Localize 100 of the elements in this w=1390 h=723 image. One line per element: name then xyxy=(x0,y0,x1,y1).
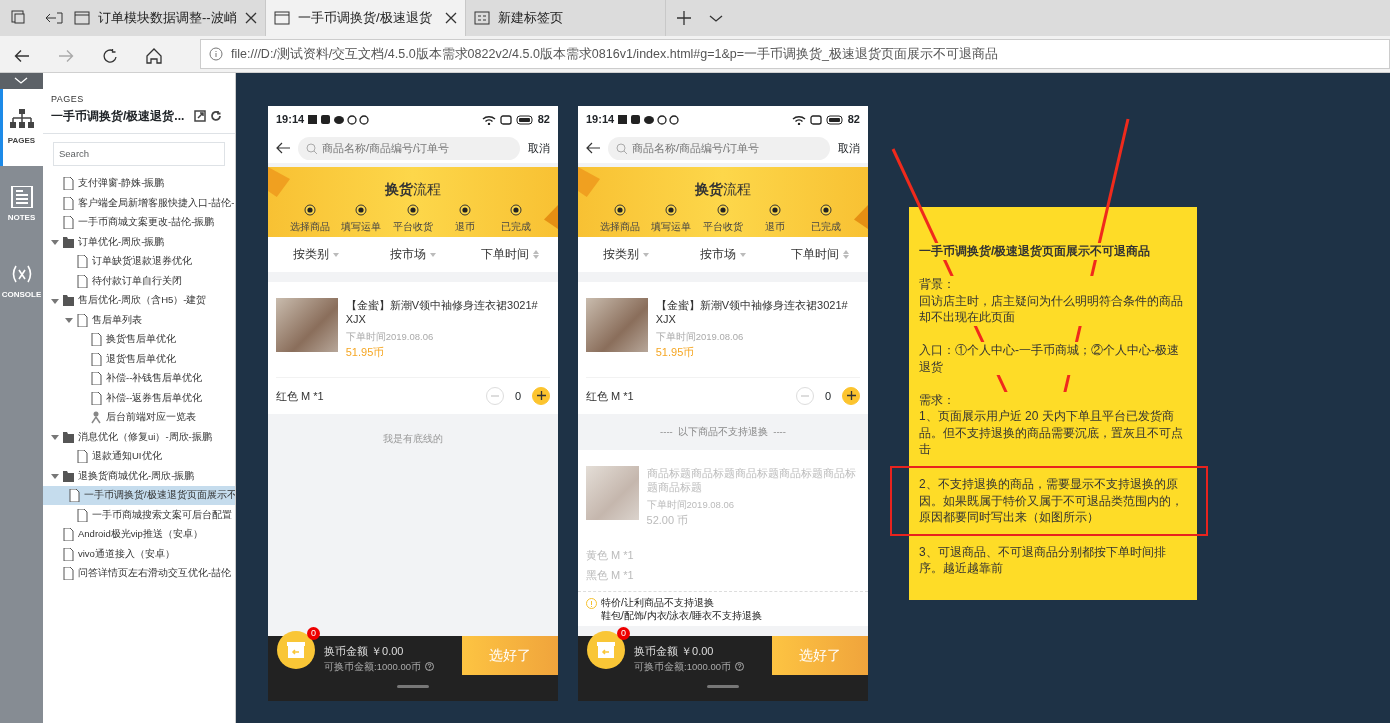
page-tree-item[interactable]: 一手币商城文案更改-喆伦-振鹏 xyxy=(43,212,235,233)
home-indicator xyxy=(707,685,739,688)
filter-tab[interactable]: 按类别 xyxy=(578,245,675,264)
step-label: 已完成 xyxy=(811,220,842,234)
page-icon xyxy=(63,547,74,561)
notification-icons-drawing xyxy=(308,114,371,125)
increase-button[interactable] xyxy=(842,386,860,405)
caret-icon xyxy=(643,252,650,257)
expand-arrow-icon[interactable] xyxy=(51,296,59,305)
page-tree-item[interactable]: 问答详情页左右滑动交互优化-喆伦 xyxy=(43,563,235,584)
page-tree-item[interactable]: 补偿--返券售后单优化 xyxy=(43,388,235,408)
battery-level: 82 xyxy=(847,112,860,128)
page-icon xyxy=(91,372,102,385)
increase-button[interactable] xyxy=(532,386,550,405)
return-box-icon[interactable] xyxy=(277,631,315,669)
caret-icon xyxy=(430,252,436,257)
page-tree-item[interactable]: 订单优化-周欣-振鹏 xyxy=(43,232,235,252)
page-tree-item[interactable]: 消息优化（修复ui）-周欣-振鹏 xyxy=(43,427,235,447)
help-icon[interactable] xyxy=(425,662,434,672)
banner-title: 换货流程 xyxy=(385,180,441,199)
page-icon xyxy=(274,11,290,25)
refresh-icon[interactable] xyxy=(210,109,223,122)
expand-arrow-icon[interactable] xyxy=(65,316,73,324)
step-dot-icon xyxy=(355,204,368,216)
tab-title: 订单模块数据调整--波峭 xyxy=(98,9,237,28)
page-tree-item[interactable]: 后台前端对应一览表 xyxy=(43,407,235,428)
page-tree-item[interactable]: 售后优化-周欣（含H5）-建贺 xyxy=(43,290,235,311)
filter-tab[interactable]: 下单时间 xyxy=(461,245,558,264)
filter-tab[interactable]: 按市场 xyxy=(674,245,772,264)
tab-title: 一手币调换货/极速退货 xyxy=(298,9,433,28)
page-tree-item[interactable]: 换货售后单优化 xyxy=(43,329,235,350)
expand-arrow-icon[interactable] xyxy=(51,238,59,246)
badge-count: 0 xyxy=(617,627,630,640)
step-dot-icon xyxy=(613,204,626,216)
step-dot-icon xyxy=(510,204,523,216)
close-icon[interactable] xyxy=(445,12,457,24)
back-icon[interactable] xyxy=(586,142,600,154)
back-icon[interactable] xyxy=(276,142,290,154)
page-tree-item[interactable]: 退换货商城优化-周欣-振鹏 xyxy=(43,466,235,486)
page-tree-item[interactable]: Android极光vip推送（安卓） xyxy=(43,524,235,545)
page-tree-item[interactable]: 补偿--补钱售后单优化 xyxy=(43,368,235,389)
page-icon xyxy=(63,177,74,190)
filter-tab[interactable]: 按类别 xyxy=(268,245,365,264)
help-icon[interactable] xyxy=(735,662,744,672)
end-of-list-text: 我是有底线的 xyxy=(382,431,444,446)
step-dot-icon xyxy=(820,204,833,216)
cancel-link[interactable]: 取消 xyxy=(838,139,860,157)
page-tree-item[interactable]: 待付款订单自行关闭 xyxy=(43,271,235,291)
caret-icon xyxy=(740,252,746,257)
expand-arrow-icon[interactable] xyxy=(51,472,59,480)
status-time: 19:14 xyxy=(276,112,305,128)
page-tree-item[interactable]: 支付弹窗-静姝-振鹏 xyxy=(43,173,235,194)
page-tree-item[interactable]: 一手币商城搜索文案可后台配置 xyxy=(43,505,235,525)
product-card[interactable]: 【金蜜】新潮V领中袖修身连衣裙3021# XJX 下单时间2019.08.06 51.95币 红色 M *1 0 xyxy=(578,282,868,414)
close-icon[interactable] xyxy=(245,12,257,24)
exchange-amount: 换币金额 ￥0.00 xyxy=(324,644,405,659)
tab-title: 新建标签页 xyxy=(498,9,564,28)
sidebar-tab[interactable]: PAGES xyxy=(0,89,43,166)
url-text: file:///D:/测试资料/交互文档/4.5.0版本需求0822v2/4.5.0版本需求0816v1/index.html#g=1&p=一手币调换货_极速退货页面展示不可退商品 xyxy=(231,45,999,63)
export-icon[interactable] xyxy=(194,109,207,122)
folder-icon xyxy=(63,294,74,307)
search-field[interactable]: 商品名称/商品编号/订单号 xyxy=(608,136,830,160)
page-icon xyxy=(69,489,80,502)
address-field[interactable]: file:///D:/测试资料/交互文档/4.5.0版本需求0822v2/4.5.0版本需求0816v1/index.html#g=1&p=一手币调换货_极速退货页面展示不可退商品 xyxy=(200,39,1390,69)
page-tree-item[interactable]: 售后单列表 xyxy=(43,310,235,330)
page-tree-item[interactable]: 退货售后单优化 xyxy=(43,349,235,369)
step-label: 填写运单 xyxy=(341,220,382,234)
step-label: 选择商品 xyxy=(289,220,330,234)
browser-tab[interactable]: 一手币调换货/极速退货 xyxy=(266,0,466,36)
home-icon xyxy=(146,47,162,64)
exchange-amount: 换币金额 ￥0.00 xyxy=(634,644,715,659)
search-field[interactable]: 商品名称/商品编号/订单号 xyxy=(298,136,520,160)
battery-level: 82 xyxy=(537,112,550,128)
collapse-icon[interactable] xyxy=(0,73,43,89)
step-label: 退币 xyxy=(454,220,475,234)
search-icon xyxy=(306,142,317,154)
info-icon xyxy=(586,597,597,609)
step-label: 已完成 xyxy=(501,220,532,234)
photo-placeholder xyxy=(586,466,639,520)
page-tree-item[interactable]: 退款通知UI优化 xyxy=(43,446,235,467)
page-icon xyxy=(77,255,88,268)
page-icon xyxy=(77,274,88,288)
return-box-icon[interactable] xyxy=(587,631,625,669)
section-divider-text: ---- 以下商品不支持退换 ---- xyxy=(659,424,787,439)
page-tree-item[interactable]: 订单缺货退款退券优化 xyxy=(43,251,235,272)
filter-tab[interactable]: 按市场 xyxy=(364,245,462,264)
product-card[interactable]: 【金蜜】新潮V领中袖修身连衣裙3021# XJX 下单时间2019.08.06 51.95币 红色 M *1 0 xyxy=(268,282,558,414)
battery-icon xyxy=(515,114,534,125)
filter-tab[interactable]: 下单时间 xyxy=(771,245,868,264)
page-icon xyxy=(91,333,102,346)
page-icon xyxy=(77,508,88,522)
info-icon xyxy=(209,47,223,61)
cancel-link[interactable]: 取消 xyxy=(528,139,550,157)
folder-icon xyxy=(63,430,74,444)
home-indicator xyxy=(397,685,429,688)
search-field[interactable]: Search xyxy=(53,141,225,166)
expand-arrow-icon[interactable] xyxy=(51,433,59,441)
step-label: 选择商品 xyxy=(599,220,640,234)
page-tree-item[interactable]: 客户端全局新增客服快捷入口-喆伦- xyxy=(43,193,235,213)
page-tree-item[interactable]: vivo通道接入（安卓） xyxy=(43,544,235,564)
